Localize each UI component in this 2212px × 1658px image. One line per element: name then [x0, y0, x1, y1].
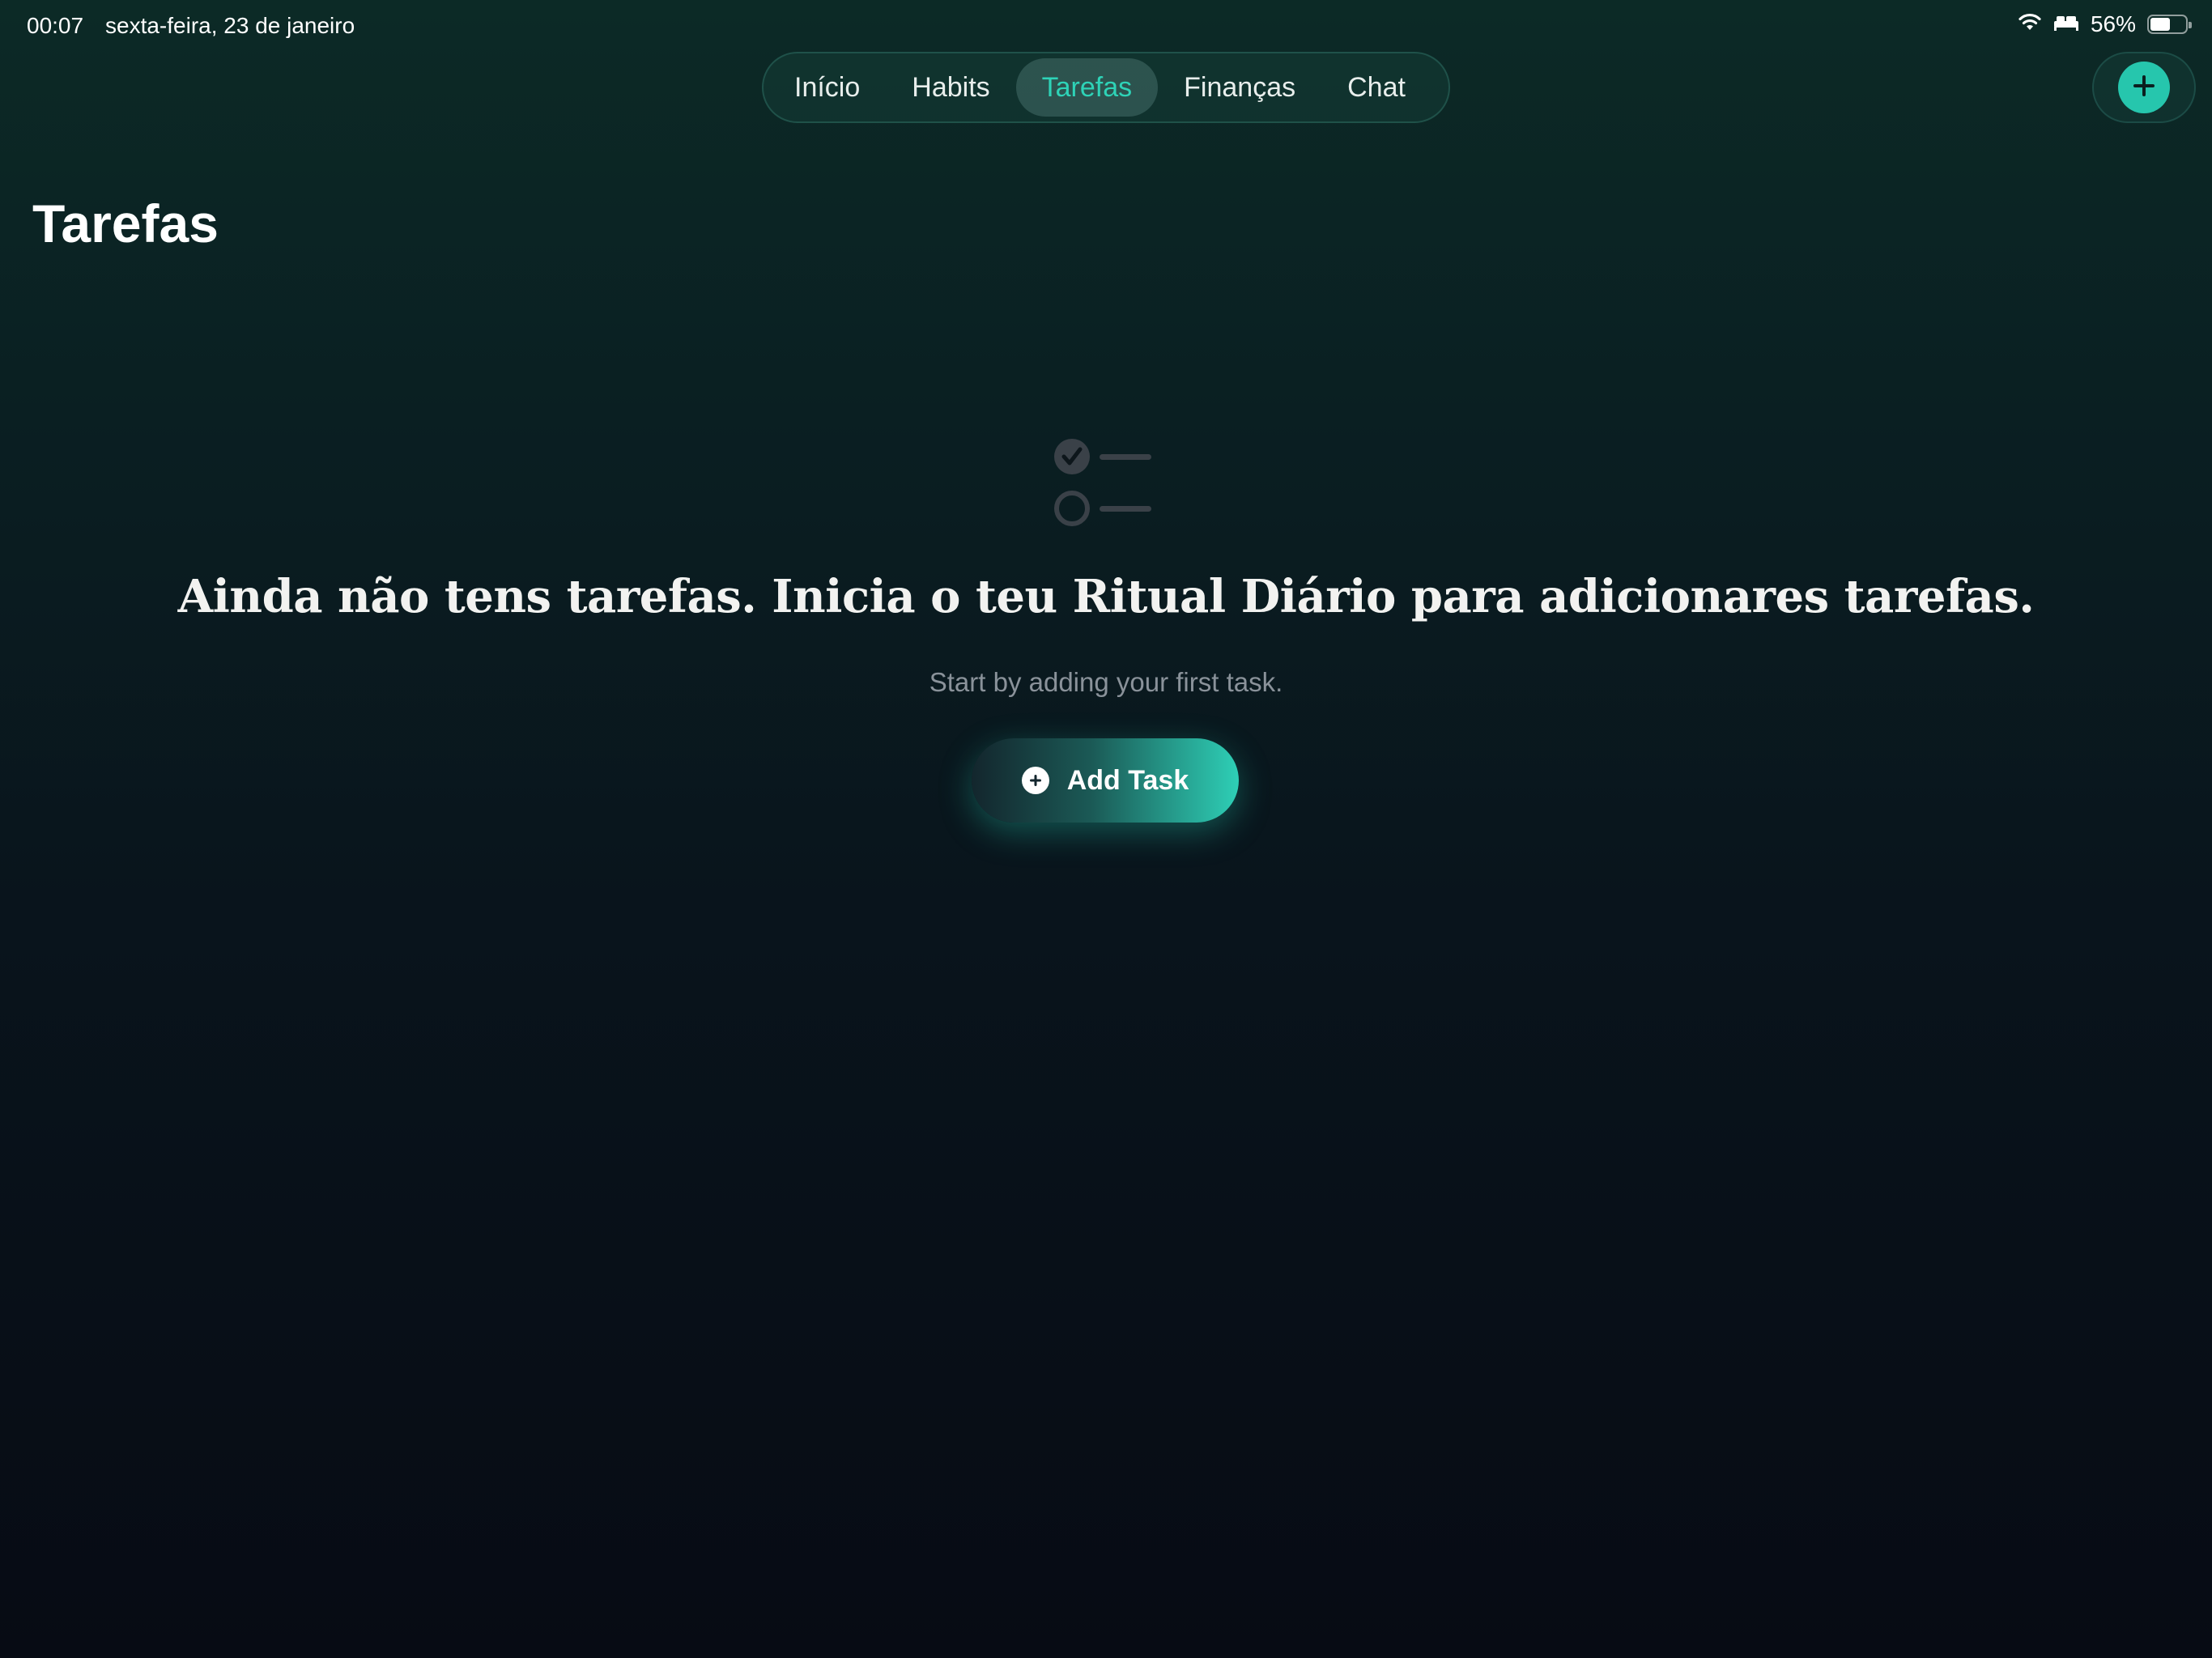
battery-percent: 56%: [2090, 11, 2136, 36]
checklist-icon: [1053, 434, 1158, 531]
status-time: 00:07: [27, 13, 84, 38]
empty-state-heading: Ainda não tens tarefas. Inicia o teu Rit…: [177, 570, 2035, 623]
plus-circle-icon: [1021, 767, 1049, 794]
add-task-label: Add Task: [1066, 764, 1189, 796]
battery-level: [2150, 18, 2170, 31]
plus-icon: [2129, 71, 2159, 104]
empty-state-subtext: Start by adding your first task.: [929, 667, 1283, 697]
page-title: Tarefas: [32, 193, 219, 253]
add-task-button[interactable]: Add Task: [972, 738, 1239, 823]
status-date: sexta-feira, 23 de janeiro: [105, 13, 355, 38]
tab-habits[interactable]: Habits: [886, 58, 1015, 117]
status-bar: 00:07 sexta-feira, 23 de janeiro 56%: [0, 0, 2212, 52]
bed-icon: [2053, 11, 2079, 37]
tab-inicio[interactable]: Início: [768, 58, 886, 117]
tab-bar: Início Habits Tarefas Finanças Chat: [762, 52, 1450, 123]
wifi-icon: [2018, 11, 2042, 37]
tab-financas[interactable]: Finanças: [1158, 58, 1321, 117]
tab-tarefas[interactable]: Tarefas: [1015, 58, 1159, 117]
top-add-container: [2092, 52, 2196, 123]
status-indicators: 56%: [2018, 11, 2192, 37]
add-button[interactable]: [2118, 62, 2170, 113]
battery-icon: [2147, 15, 2192, 34]
tab-chat[interactable]: Chat: [1321, 58, 1431, 117]
